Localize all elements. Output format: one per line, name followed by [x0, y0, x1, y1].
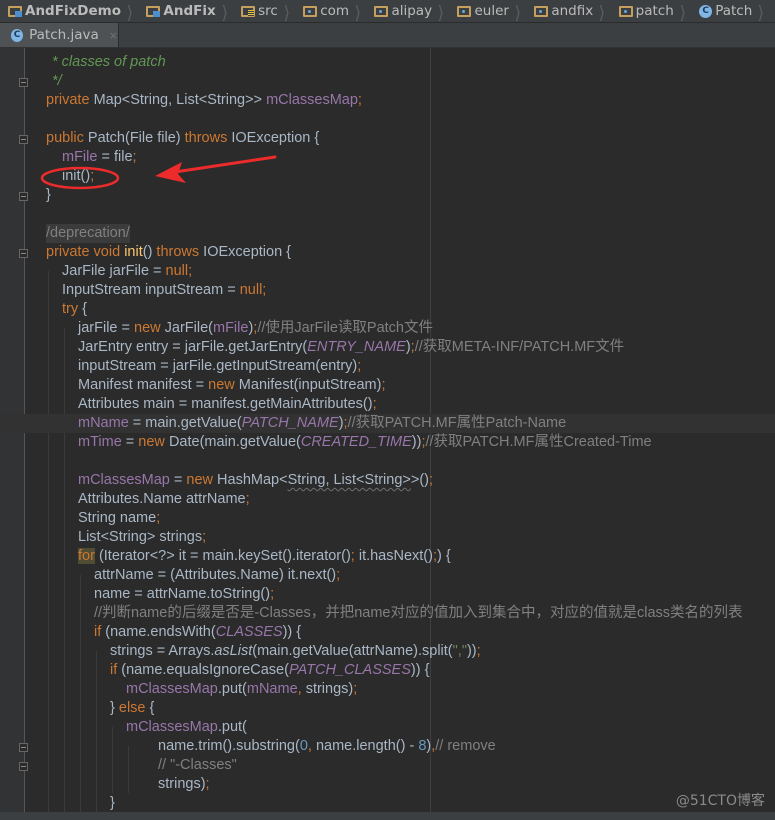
package-folder-icon	[618, 5, 633, 17]
breadcrumb-item-src[interactable]: src ❭	[233, 0, 295, 22]
breadcrumb-separator-icon: ❭	[125, 1, 134, 21]
breadcrumb-label: euler	[474, 3, 509, 19]
code-line: }	[46, 187, 51, 203]
breadcrumb-separator-icon: ❭	[756, 1, 766, 21]
tab-label: Patch.java	[29, 27, 99, 43]
breadcrumb-item-andfixdemo[interactable]: AndFixDemo ❭	[0, 0, 138, 22]
code-line: mTime = new Date(main.getValue(CREATED_T…	[78, 434, 652, 450]
code-line: * classes of patch	[52, 54, 166, 70]
code-line: if (name.equalsIgnoreCase(PATCH_CLASSES)…	[110, 662, 430, 678]
close-tab-icon[interactable]: ×	[109, 29, 118, 42]
source-folder-icon	[241, 5, 256, 17]
code-line: JarEntry entry = jarFile.getJarEntry(ENT…	[78, 339, 625, 355]
breadcrumb-label: src	[258, 3, 278, 19]
breadcrumb-item-andfix[interactable]: AndFix ❭	[138, 0, 233, 22]
code-line: attrName = (Attributes.Name) it.next();	[94, 567, 341, 583]
breadcrumb-separator-icon: ❭	[353, 1, 362, 21]
code-line: Attributes main = manifest.getMainAttrib…	[78, 396, 377, 412]
code-line: List<String> strings;	[78, 529, 207, 545]
code-line: private Map<String, List<String>> mClass…	[46, 92, 362, 108]
breadcrumb-separator-icon: ❭	[220, 1, 229, 21]
module-folder-icon	[146, 5, 161, 17]
code-line-init-call: init();	[62, 168, 95, 184]
code-line: strings = Arrays.asList(main.getValue(at…	[110, 643, 481, 659]
breadcrumb-label: AndFix	[163, 3, 216, 19]
code-line: mClassesMap = new HashMap<String, List<S…	[78, 472, 434, 488]
package-folder-icon	[303, 5, 318, 17]
breadcrumb-item-com[interactable]: com ❭	[295, 0, 366, 22]
watermark: @51CTO博客	[675, 793, 765, 809]
code-line: JarFile jarFile = null;	[62, 263, 193, 279]
editor-tab-bar: C Patch.java ×	[0, 23, 775, 48]
breadcrumb-separator-icon: ❭	[436, 1, 445, 21]
breadcrumb-label: AndFixDemo	[25, 3, 121, 19]
code-line: private void init() throws IOException {	[46, 244, 292, 260]
breadcrumb-item-alipay[interactable]: alipay ❭	[366, 0, 449, 22]
breadcrumb-label: com	[320, 3, 350, 19]
code-line: jarFile = new JarFile(mFile);//使用JarFile…	[78, 320, 433, 336]
breadcrumb-separator-icon: ❭	[513, 1, 522, 21]
code-line: // "-Classes"	[158, 757, 237, 773]
code-line: }	[110, 795, 115, 811]
code-line: try {	[62, 301, 87, 317]
module-folder-icon	[8, 5, 22, 17]
breadcrumb-item-euler[interactable]: euler ❭	[449, 0, 526, 22]
breadcrumb-label: alipay	[391, 3, 433, 19]
code-line: name.trim().substring(0, name.length() -…	[158, 738, 496, 754]
code-line: if (name.endsWith(CLASSES)) {	[94, 624, 302, 640]
code-line: strings);	[158, 776, 210, 792]
class-icon: C	[11, 28, 24, 42]
code-line: name = attrName.toString();	[94, 586, 275, 602]
code-line: Attributes.Name attrName;	[78, 491, 250, 507]
tab-patch-java[interactable]: C Patch.java ×	[0, 23, 119, 47]
breadcrumb-label: andfix	[551, 3, 594, 19]
breadcrumb-label: Patch	[715, 3, 753, 19]
package-folder-icon	[457, 5, 472, 17]
breadcrumb-separator-icon: ❭	[282, 1, 291, 21]
breadcrumb-item-andfix[interactable]: andfix ❭	[526, 0, 610, 22]
code-line: String name;	[78, 510, 161, 526]
package-folder-icon	[374, 5, 389, 17]
code-line: mClassesMap.put(mName, strings);	[126, 681, 358, 697]
code-line: inputStream = jarFile.getInputStream(ent…	[78, 358, 362, 374]
breadcrumb-item-patch[interactable]: C Patch ❭	[691, 0, 770, 22]
package-folder-icon	[534, 5, 549, 17]
breadcrumb-separator-icon: ❭	[678, 1, 687, 21]
code-line: for (Iterator<?> it = main.keySet().iter…	[78, 548, 451, 564]
class-icon: C	[699, 4, 713, 18]
breadcrumb-item-patch[interactable]: patch ❭	[611, 0, 692, 22]
code-line: InputStream inputStream = null;	[62, 282, 267, 298]
bottom-scrollbar[interactable]	[0, 812, 775, 820]
code-line: Manifest manifest = new Manifest(inputSt…	[78, 377, 386, 393]
code-line: public Patch(File file) throws IOExcepti…	[46, 130, 320, 146]
code-line: } else {	[110, 700, 155, 716]
code-line: mClassesMap.put(	[126, 719, 247, 735]
breadcrumb: AndFixDemo ❭ AndFix ❭ src ❭ com ❭ alipay ❭ euler ❭ a…	[0, 0, 775, 23]
breadcrumb-label: patch	[635, 3, 674, 19]
code-line: mFile = file;	[62, 149, 137, 165]
code-line-current: mName = main.getValue(PATCH_NAME);//获取PA…	[0, 414, 775, 433]
code-line: //判断name的后缀是否是-Classes，并把name对应的值加入到集合中，…	[94, 605, 743, 621]
breadcrumb-separator-icon: ❭	[597, 1, 606, 21]
code-line: */	[52, 73, 62, 89]
code-line: /deprecation/	[46, 224, 130, 243]
